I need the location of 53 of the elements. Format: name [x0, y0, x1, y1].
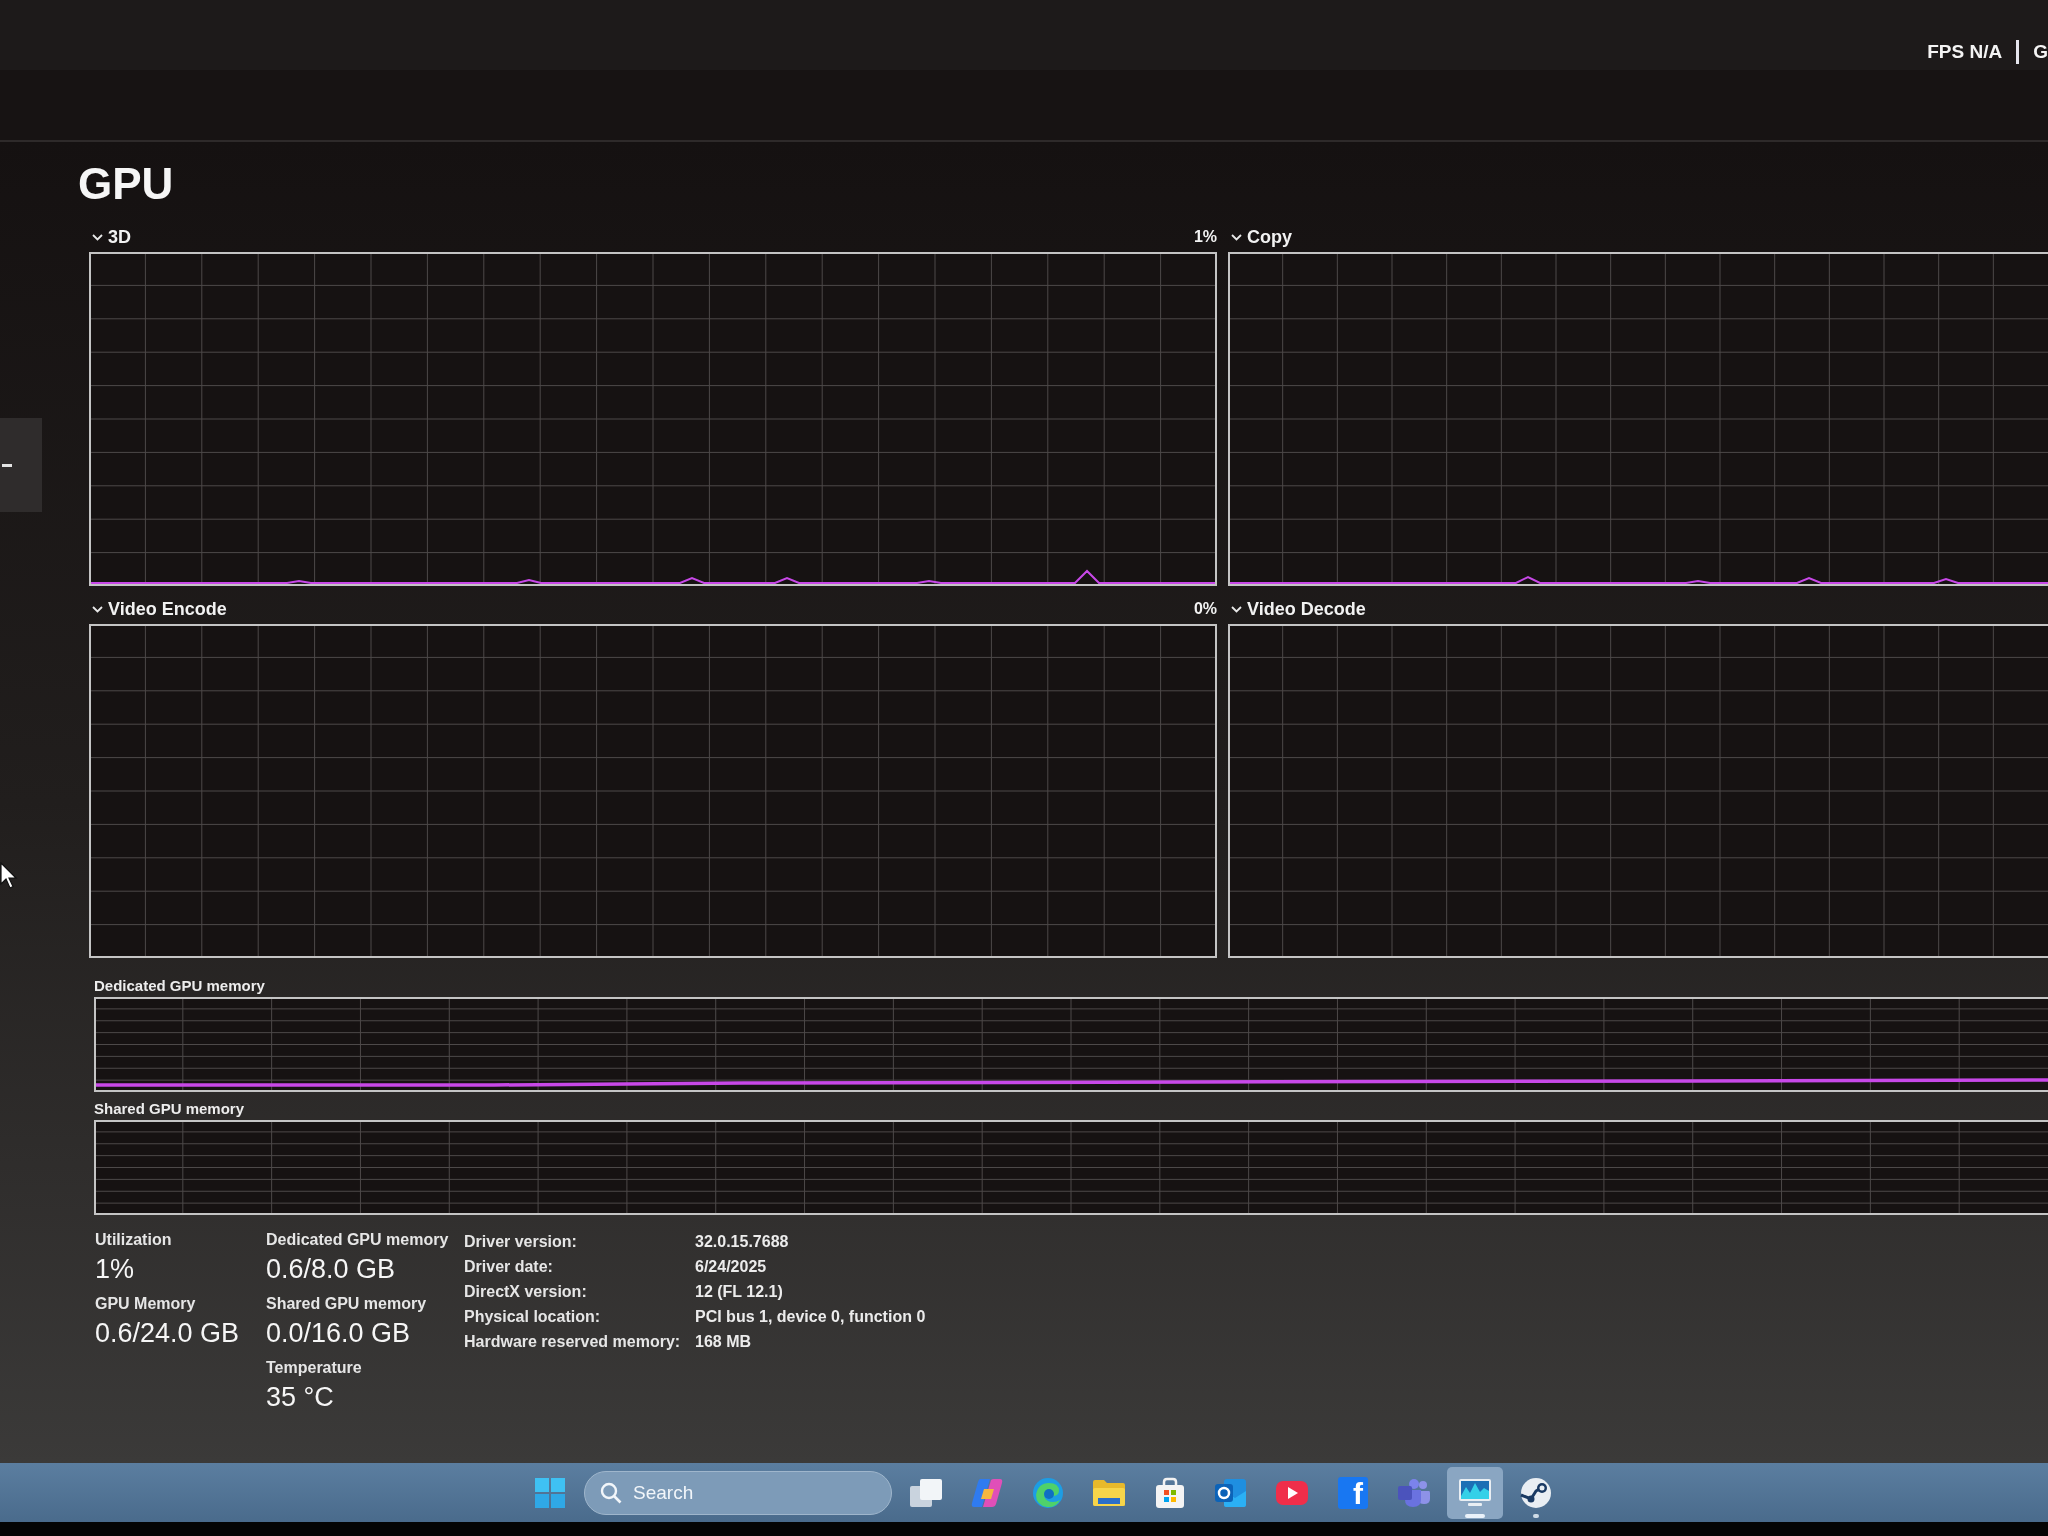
detail-value: 168 MB — [695, 1331, 752, 1352]
people-icon — [1397, 1477, 1431, 1508]
detail-label: Physical location: — [464, 1306, 602, 1327]
chevron-down-icon — [92, 233, 103, 241]
taskbar-app-button[interactable] — [1447, 1466, 1503, 1519]
engine-dropdown[interactable]: Video Decode — [1228, 598, 1366, 620]
folder-icon — [1092, 1478, 1126, 1507]
engine-dropdown[interactable]: 3D — [89, 226, 131, 248]
engine-dropdown[interactable]: Copy — [1228, 226, 1292, 248]
usage-percent: 1% — [1193, 227, 1217, 247]
stat-value: 35 °C — [266, 1381, 334, 1414]
chevron-down-icon — [1231, 605, 1242, 613]
four-squares-logo-icon — [535, 1477, 565, 1508]
ring-tile-icon — [1214, 1476, 1248, 1509]
detail-label: Hardware reserved memory: — [464, 1331, 682, 1352]
stat-value: 0.6/24.0 GB — [95, 1317, 240, 1350]
chevron-down-icon — [1231, 233, 1242, 241]
page-title: GPU — [78, 158, 174, 210]
stat-value: 1% — [95, 1253, 135, 1286]
graph-label: Shared GPU memory — [94, 1099, 245, 1118]
mouse-pointer-icon — [0, 862, 18, 889]
stat-label: Dedicated GPU memory — [266, 1230, 449, 1250]
stat-label: GPU Memory — [95, 1294, 196, 1314]
swirl-circle-icon — [1032, 1476, 1064, 1509]
graph-label: Dedicated GPU memory — [94, 976, 265, 995]
search-icon — [600, 1481, 622, 1504]
stat-value: 0.0/16.0 GB — [266, 1317, 411, 1350]
overlay-stat: FPS N/A — [1927, 40, 2003, 64]
overlay-stat: G — [2033, 40, 2048, 64]
detail-label: Driver version: — [464, 1231, 578, 1252]
detail-value: 6/24/2025 — [695, 1256, 767, 1277]
detail-value: 12 (FL 12.1) — [695, 1281, 783, 1302]
detail-value: 32.0.15.7688 — [695, 1231, 789, 1252]
stat-label: Temperature — [266, 1358, 362, 1378]
letter-logo-tile: f — [1338, 1476, 1368, 1509]
monitor-graph-icon — [1458, 1477, 1492, 1508]
usage-percent: 0% — [1193, 599, 1217, 619]
chevron-down-icon — [92, 605, 103, 613]
engine-dropdown[interactable]: Video Encode — [89, 598, 227, 620]
stat-label: Utilization — [95, 1230, 172, 1250]
detail-label: DirectX version: — [464, 1281, 588, 1302]
search-field[interactable]: Search — [584, 1470, 892, 1515]
overlapping-squares-icon — [909, 1477, 943, 1508]
ball-joint-logo-icon — [1520, 1476, 1552, 1509]
dash-icon — [2, 463, 12, 467]
detail-label: Driver date: — [464, 1256, 554, 1277]
shopping-bag-icon — [1154, 1476, 1186, 1509]
stat-label: Shared GPU memory — [266, 1294, 427, 1314]
detail-value: PCI bus 1, device 0, function 0 — [695, 1306, 926, 1327]
stat-value: 0.6/8.0 GB — [266, 1253, 396, 1286]
taskbar-app-button[interactable]: f — [1325, 1466, 1381, 1519]
play-button-icon — [1275, 1479, 1309, 1506]
slanted-bars-logo-icon — [970, 1476, 1004, 1509]
